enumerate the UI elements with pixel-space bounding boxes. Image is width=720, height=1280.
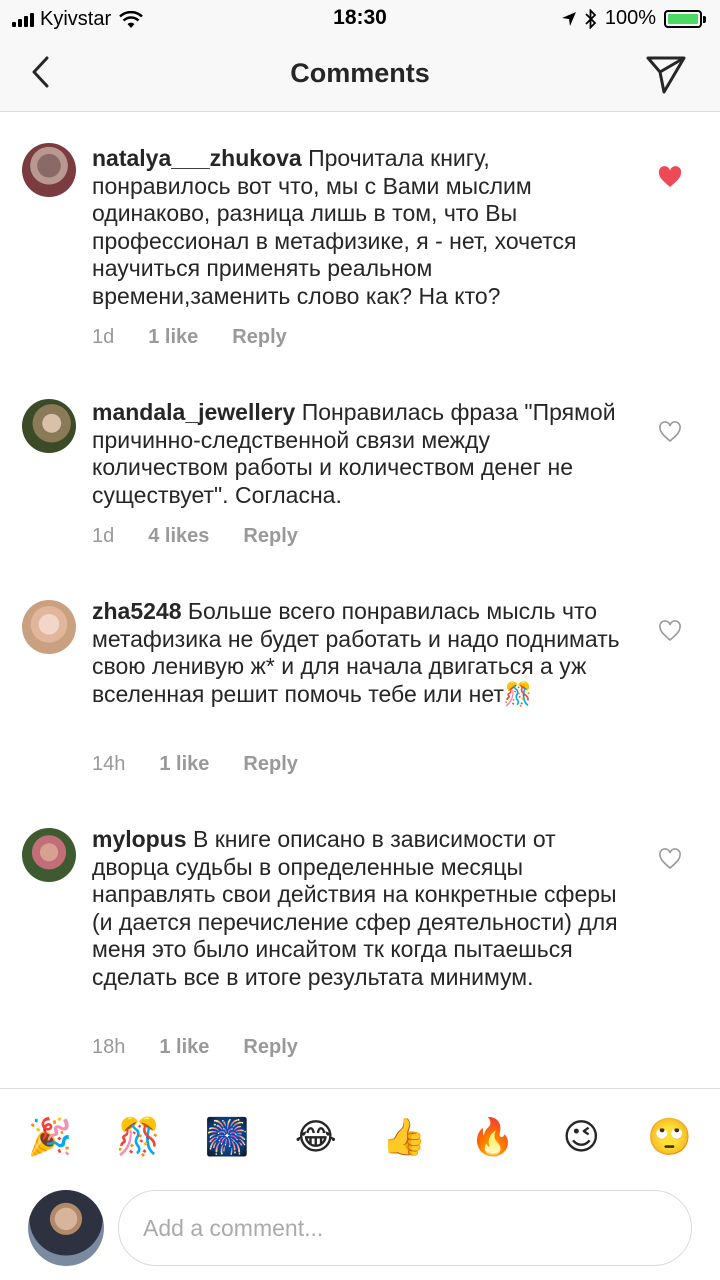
comment-meta: 1d 4 likes Reply <box>92 525 332 548</box>
comment-username[interactable]: natalya___zhukova <box>92 145 302 171</box>
reply-button[interactable]: Reply <box>243 1036 297 1059</box>
battery-icon <box>664 9 706 28</box>
comment-time: 18h <box>92 1036 126 1058</box>
comment-meta: 1d 1 like Reply <box>92 326 321 349</box>
status-bar: Kyivstar 18:30 100% <box>0 0 720 38</box>
page-title: Comments <box>290 58 430 88</box>
status-right: 100% <box>561 7 706 30</box>
comment-likes[interactable]: 1 like <box>159 1036 209 1059</box>
comment-text: natalya___zhukova Прочитала книгу, понра… <box>92 145 627 310</box>
bluetooth-icon <box>585 8 597 29</box>
comment-username[interactable]: zha5248 <box>92 598 182 624</box>
comment-text: mylopus В книге описано в зависимости от… <box>92 826 627 991</box>
avatar[interactable] <box>22 143 76 197</box>
fireworks-emoji[interactable]: 🎆 <box>202 1112 252 1162</box>
comment-time: 14h <box>92 753 126 775</box>
reply-button[interactable]: Reply <box>243 753 297 776</box>
eye-roll-emoji[interactable]: 🙄 <box>645 1112 695 1162</box>
header: Comments <box>0 38 720 112</box>
battery-fill <box>668 13 698 24</box>
confetti-ball-emoji[interactable]: 🎊 <box>114 1112 164 1162</box>
avatar[interactable] <box>22 600 76 654</box>
comment-text: mandala_jewellery Понравилась фраза "Пря… <box>92 399 627 509</box>
heart-filled-icon[interactable] <box>658 166 682 188</box>
comment-time: 1d <box>92 326 115 348</box>
winking-face-emoji[interactable]: 😉 <box>556 1112 606 1162</box>
party-popper-emoji[interactable]: 🎉 <box>25 1112 75 1162</box>
comment-meta: 14h 1 like Reply <box>92 753 332 776</box>
comment-likes[interactable]: 4 likes <box>148 525 209 548</box>
fire-emoji[interactable]: 🔥 <box>468 1112 518 1162</box>
battery-percent: 100% <box>604 7 656 29</box>
my-avatar <box>28 1190 104 1266</box>
comment-likes[interactable]: 1 like <box>148 326 198 349</box>
paper-plane-icon[interactable] <box>644 52 688 96</box>
comment-text: zha5248 Больше всего понравилась мысль ч… <box>92 598 627 708</box>
comment-username[interactable]: mandala_jewellery <box>92 399 295 425</box>
comment-input[interactable] <box>118 1190 692 1266</box>
comment-meta: 18h 1 like Reply <box>92 1036 332 1059</box>
tears-of-joy-emoji[interactable]: 😂 <box>291 1112 341 1162</box>
thumbs-up-emoji[interactable]: 👍 <box>379 1112 429 1162</box>
comment-time: 1d <box>92 525 115 547</box>
comment-composer <box>0 1184 720 1280</box>
heart-outline-icon[interactable] <box>658 421 682 443</box>
reply-button[interactable]: Reply <box>243 525 297 548</box>
comment-likes[interactable]: 1 like <box>159 753 209 776</box>
emoji-bar: 🎉 🎊 🎆 😂 👍 🔥 😉 🙄 <box>0 1088 720 1184</box>
heart-outline-icon[interactable] <box>658 848 682 870</box>
heart-outline-icon[interactable] <box>658 620 682 642</box>
avatar[interactable] <box>22 399 76 453</box>
location-icon <box>561 11 576 26</box>
avatar[interactable] <box>22 828 76 882</box>
reply-button[interactable]: Reply <box>232 326 286 349</box>
comment-username[interactable]: mylopus <box>92 826 187 852</box>
